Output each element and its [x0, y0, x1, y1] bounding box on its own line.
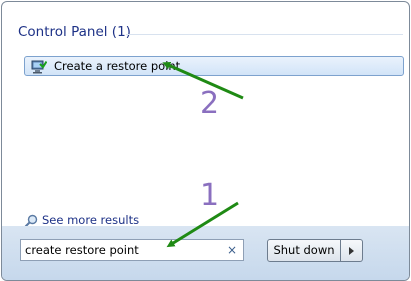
- search-input[interactable]: [25, 242, 221, 258]
- annotation-number-1: 1: [200, 178, 220, 213]
- start-menu-bottom-bar: × Shut down: [2, 226, 409, 280]
- system-restore-icon: [31, 59, 48, 74]
- group-divider: [126, 34, 403, 35]
- annotation-number-2: 2: [200, 86, 220, 121]
- shutdown-button[interactable]: Shut down: [267, 239, 341, 262]
- power-controls: Shut down: [267, 239, 363, 262]
- results-group-header: Control Panel (1): [18, 24, 403, 46]
- chevron-right-icon: [349, 247, 354, 255]
- search-box[interactable]: ×: [20, 239, 244, 261]
- result-create-restore-point[interactable]: Create a restore point: [24, 56, 404, 76]
- see-more-label: See more results: [42, 213, 140, 227]
- shutdown-options-button[interactable]: [341, 239, 363, 262]
- result-label: Create a restore point: [54, 59, 181, 73]
- magnifier-icon: [24, 213, 38, 228]
- start-menu-window: Control Panel (1) Create a restore point: [1, 1, 410, 281]
- group-title[interactable]: Control Panel (1): [18, 24, 131, 40]
- clear-search-icon[interactable]: ×: [227, 241, 237, 259]
